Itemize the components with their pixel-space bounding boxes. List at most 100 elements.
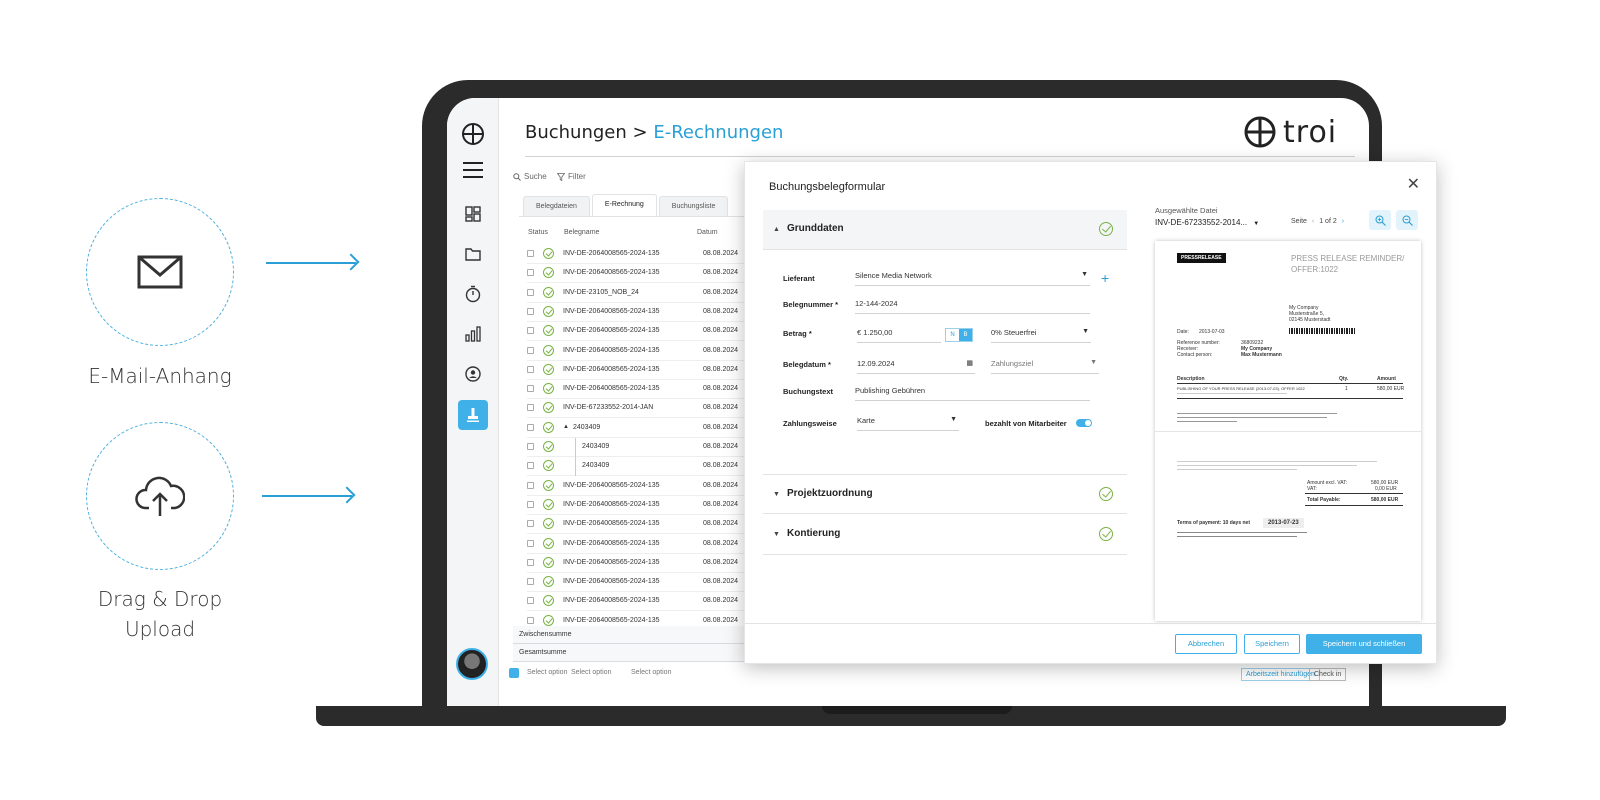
save-and-close-button[interactable]: Speichern und schließen bbox=[1306, 634, 1422, 654]
section-project-assignment[interactable]: ▼ Projektzuordnung bbox=[763, 474, 1127, 514]
row-checkbox[interactable] bbox=[527, 327, 534, 335]
row-checkbox[interactable] bbox=[527, 307, 534, 315]
column-header-status[interactable]: Status bbox=[528, 229, 548, 236]
tab-documents[interactable]: Belegdateien bbox=[523, 196, 590, 216]
row-checkbox[interactable] bbox=[527, 462, 534, 470]
payment-term-select[interactable]: Zahlungsziel ▼ bbox=[991, 356, 1099, 374]
selected-file-select[interactable]: INV-DE-67233552-2014... ▼ bbox=[1155, 218, 1265, 227]
save-button[interactable]: Speichern bbox=[1244, 634, 1300, 654]
zoom-in-button[interactable] bbox=[1369, 210, 1391, 230]
table-row[interactable]: INV-DE-2064008565-2024-135 08.08.2024 bbox=[527, 477, 757, 496]
table-row[interactable]: INV-DE-2064008565-2024-135 08.08.2024 bbox=[527, 496, 757, 515]
tab-booking-list[interactable]: Buchungsliste bbox=[658, 196, 729, 216]
row-checkbox[interactable] bbox=[527, 500, 534, 508]
table-row[interactable]: INV-DE-2064008565-2024-135 08.08.2024 bbox=[527, 554, 757, 573]
search-tool[interactable]: Suche bbox=[513, 172, 547, 181]
user-circle-icon[interactable] bbox=[461, 362, 485, 386]
gross-option[interactable]: B bbox=[959, 329, 972, 341]
table-row[interactable]: INV-DE-23105_NOB_24 08.08.2024 bbox=[527, 284, 757, 303]
column-header-name[interactable]: Belegname bbox=[564, 229, 599, 236]
row-name: 2403409 bbox=[575, 438, 609, 457]
table-row[interactable]: 2403409 08.08.2024 bbox=[527, 438, 757, 457]
select-option-2[interactable]: Select option bbox=[571, 669, 611, 676]
section-basic-data[interactable]: ▲ Grunddaten bbox=[763, 210, 1127, 250]
table-row[interactable]: INV-DE-2064008565-2024-135 08.08.2024 bbox=[527, 361, 757, 380]
bar-chart-icon[interactable] bbox=[461, 322, 485, 346]
add-circle-icon[interactable] bbox=[461, 122, 485, 146]
table-row[interactable]: INV-DE-2064008565-2024-135 08.08.2024 bbox=[527, 322, 757, 342]
supplier-select[interactable]: Silence Media Network ▼ bbox=[855, 268, 1090, 286]
tab-e-invoice[interactable]: E-Rechnung bbox=[591, 194, 657, 216]
row-checkbox[interactable] bbox=[527, 443, 534, 450]
avatar[interactable] bbox=[456, 648, 488, 680]
row-name: INV-DE-2064008565-2024-135 bbox=[563, 500, 660, 508]
column-header-date[interactable]: Datum bbox=[697, 229, 718, 236]
net-option[interactable]: N bbox=[946, 329, 959, 341]
row-checkbox[interactable] bbox=[527, 423, 534, 431]
collapse-icon: ▲ bbox=[773, 226, 780, 233]
menu-icon[interactable] bbox=[461, 158, 485, 182]
next-page-icon[interactable]: › bbox=[1342, 218, 1344, 225]
booking-text-field[interactable]: Publishing Gebühren bbox=[855, 383, 1090, 401]
amount-field[interactable]: € 1.250,00 bbox=[857, 325, 941, 343]
table-row[interactable]: INV-DE-2064008565-2024-135 08.08.2024 bbox=[527, 264, 757, 284]
folder-icon[interactable] bbox=[461, 242, 485, 266]
doc-terms-label: Terms of payment: 10 days net bbox=[1177, 520, 1250, 526]
row-checkbox[interactable] bbox=[527, 558, 534, 566]
row-checkbox[interactable] bbox=[527, 385, 534, 393]
paid-by-employee-toggle[interactable] bbox=[1076, 419, 1092, 427]
row-checkbox[interactable] bbox=[527, 597, 534, 605]
select-option-1[interactable]: Select option bbox=[527, 669, 567, 676]
row-checkbox[interactable] bbox=[527, 404, 534, 412]
table-row[interactable]: INV-DE-2064008565-2024-135 08.08.2024 bbox=[527, 592, 757, 612]
row-checkbox[interactable] bbox=[527, 481, 534, 489]
filter-tool[interactable]: Filter bbox=[557, 172, 586, 181]
section-account-assignment[interactable]: ▼ Kontierung bbox=[763, 515, 1127, 555]
row-date: 08.08.2024 bbox=[703, 365, 739, 373]
table-row[interactable]: INV-DE-2064008565-2024-135 08.08.2024 bbox=[527, 342, 757, 361]
document-date-field[interactable]: 12.09.2024 ▦ bbox=[857, 356, 975, 374]
cancel-button[interactable]: Abbrechen bbox=[1175, 634, 1237, 654]
breadcrumb-bookings[interactable]: Buchungen bbox=[525, 122, 627, 143]
email-attachment-circle bbox=[86, 198, 234, 346]
tax-select[interactable]: 0% Steuerfrei ▼ bbox=[991, 325, 1091, 343]
select-option-3[interactable]: Select option bbox=[631, 669, 671, 676]
row-date: 08.08.2024 bbox=[703, 423, 739, 431]
dashboard-icon[interactable] bbox=[461, 202, 485, 226]
check-in-button[interactable]: Check in bbox=[1309, 668, 1347, 681]
zoom-out-button[interactable] bbox=[1396, 210, 1418, 230]
row-checkbox[interactable] bbox=[527, 269, 534, 277]
stopwatch-icon[interactable] bbox=[461, 282, 485, 306]
row-checkbox[interactable] bbox=[527, 346, 534, 354]
row-date: 08.08.2024 bbox=[703, 539, 739, 547]
table-row[interactable]: ▲ 2403409 08.08.2024 bbox=[527, 419, 757, 438]
row-date: 08.08.2024 bbox=[703, 481, 739, 489]
table-row[interactable]: 2403409 08.08.2024 bbox=[527, 457, 757, 477]
row-checkbox[interactable] bbox=[527, 250, 534, 257]
table-row[interactable]: INV-DE-2064008565-2024-135 08.08.2024 bbox=[527, 573, 757, 593]
prev-page-icon[interactable]: ‹ bbox=[1312, 218, 1314, 225]
net-gross-toggle[interactable]: N B bbox=[945, 328, 973, 342]
table-row[interactable]: INV-DE-2064008565-2024-135 08.08.2024 bbox=[527, 380, 757, 400]
expand-group-icon[interactable]: ▲ bbox=[563, 424, 569, 430]
check-circle-icon bbox=[543, 286, 554, 298]
stamp-icon[interactable] bbox=[461, 403, 485, 427]
row-name: INV-DE-2064008565-2024-135 bbox=[563, 327, 660, 335]
table-row[interactable]: INV-DE-2064008565-2024-135 08.08.2024 bbox=[527, 535, 757, 554]
table-row[interactable]: INV-DE-2064008565-2024-135 08.08.2024 bbox=[527, 515, 757, 535]
add-supplier-icon[interactable]: + bbox=[1101, 270, 1109, 286]
calendar-icon[interactable]: ▦ bbox=[966, 359, 973, 367]
table-row[interactable]: INV-DE-2064008565-2024-135 08.08.2024 bbox=[527, 303, 757, 322]
close-icon[interactable]: ✕ bbox=[1407, 174, 1420, 194]
row-checkbox[interactable] bbox=[527, 578, 534, 586]
payment-method-select[interactable]: Karte ▼ bbox=[857, 413, 959, 431]
document-number-field[interactable]: 12-144-2024 bbox=[855, 296, 1090, 314]
check-circle-icon bbox=[543, 441, 554, 452]
row-checkbox[interactable] bbox=[527, 520, 534, 528]
row-checkbox[interactable] bbox=[527, 616, 534, 624]
row-checkbox[interactable] bbox=[527, 288, 534, 296]
table-row[interactable]: INV-DE-67233552-2014-JAN 08.08.2024 bbox=[527, 399, 757, 419]
row-checkbox[interactable] bbox=[527, 539, 534, 547]
table-row[interactable]: INV-DE-2064008565-2024-135 08.08.2024 bbox=[527, 245, 757, 264]
row-checkbox[interactable] bbox=[527, 365, 534, 373]
